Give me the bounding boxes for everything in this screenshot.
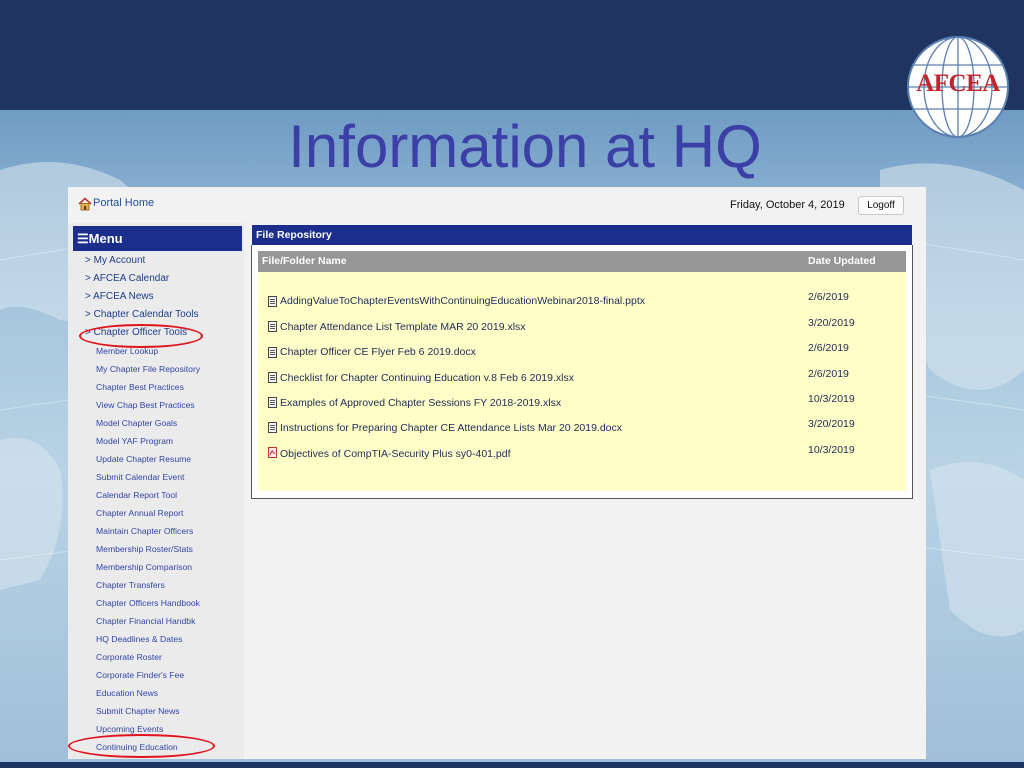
file-link[interactable]: Instructions for Preparing Chapter CE At…	[280, 422, 622, 434]
submenu-item-corporate-finders-fee[interactable]: Corporate Finder's Fee	[96, 670, 184, 680]
submenu-item-model-yaf-program[interactable]: Model YAF Program	[96, 436, 173, 446]
pdf-icon	[268, 447, 277, 458]
submenu-item-chapter-officers-handbook[interactable]: Chapter Officers Handbook	[96, 598, 200, 608]
document-icon	[268, 296, 277, 307]
submenu-item-corporate-roster[interactable]: Corporate Roster	[96, 652, 162, 662]
file-link[interactable]: AddingValueToChapterEventsWithContinuing…	[280, 295, 645, 307]
current-date: Friday, October 4, 2019	[730, 199, 845, 211]
submenu-item-hq-deadlines-dates[interactable]: HQ Deadlines & Dates	[96, 634, 182, 644]
document-icon	[268, 347, 277, 358]
submenu-item-membership-comparison[interactable]: Membership Comparison	[96, 562, 192, 572]
file-link[interactable]: Examples of Approved Chapter Sessions FY…	[280, 397, 561, 409]
file-link[interactable]: Chapter Officer CE Flyer Feb 6 2019.docx	[280, 346, 476, 358]
slide-header-band	[0, 0, 1024, 110]
file-date: 3/20/2019	[808, 418, 855, 430]
portal-home-link[interactable]: Portal Home	[93, 197, 154, 209]
highlight-oval-chapter-officer-tools	[79, 324, 203, 348]
slide-title: Information at HQ	[288, 113, 762, 180]
submenu-item-education-news[interactable]: Education News	[96, 688, 158, 698]
logo-wordmark: AFCEA	[916, 70, 1000, 97]
column-header-date-updated[interactable]: Date Updated	[808, 255, 876, 267]
submenu-item-view-chap-best-practices[interactable]: View Chap Best Practices	[96, 400, 195, 410]
submenu-item-membership-roster-stats[interactable]: Membership Roster/Stats	[96, 544, 193, 554]
home-icon[interactable]	[78, 197, 92, 211]
portal-screenshot: Portal Home Friday, October 4, 2019 Logo…	[68, 187, 926, 759]
main-content: File Repository File/Folder Name Date Up…	[244, 223, 926, 759]
file-date: 2/6/2019	[808, 368, 849, 380]
menu-item-afcea-calendar[interactable]: > AFCEA Calendar	[85, 273, 169, 284]
submenu-item-submit-chapter-news[interactable]: Submit Chapter News	[96, 706, 180, 716]
file-table: File/Folder Name Date Updated AddingValu…	[258, 251, 906, 491]
submenu-item-chapter-financial-handbk[interactable]: Chapter Financial Handbk	[96, 616, 195, 626]
column-header-file-name[interactable]: File/Folder Name	[262, 255, 347, 267]
table-header-row: File/Folder Name Date Updated	[258, 251, 906, 272]
submenu-item-update-chapter-resume[interactable]: Update Chapter Resume	[96, 454, 191, 464]
menu-header-label: Menu	[88, 231, 123, 246]
logoff-button[interactable]: Logoff	[858, 196, 904, 215]
submenu-item-model-chapter-goals[interactable]: Model Chapter Goals	[96, 418, 177, 428]
submenu-item-chapter-annual-report[interactable]: Chapter Annual Report	[96, 508, 183, 518]
submenu-item-my-chapter-file-repository[interactable]: My Chapter File Repository	[96, 364, 200, 374]
submenu-item-chapter-best-practices[interactable]: Chapter Best Practices	[96, 382, 184, 392]
slide-footer-strip	[0, 762, 1024, 768]
file-link[interactable]: Objectives of CompTIA-Security Plus sy0-…	[280, 448, 511, 460]
file-date: 3/20/2019	[808, 317, 855, 329]
file-link[interactable]: Chapter Attendance List Template MAR 20 …	[280, 321, 526, 333]
menu-header[interactable]: ☰Menu	[73, 226, 242, 251]
menu-item-afcea-news[interactable]: > AFCEA News	[85, 291, 154, 302]
submenu-item-maintain-chapter-officers[interactable]: Maintain Chapter Officers	[96, 526, 193, 536]
file-repository-panel: File/Folder Name Date Updated AddingValu…	[251, 245, 913, 499]
submenu-item-calendar-report-tool[interactable]: Calendar Report Tool	[96, 490, 177, 500]
menu-item-chapter-calendar-tools[interactable]: > Chapter Calendar Tools	[85, 309, 199, 320]
submenu-item-submit-calendar-event[interactable]: Submit Calendar Event	[96, 472, 184, 482]
file-date: 2/6/2019	[808, 291, 849, 303]
file-link[interactable]: Checklist for Chapter Continuing Educati…	[280, 372, 574, 384]
file-date: 2/6/2019	[808, 342, 849, 354]
submenu-item-upcoming-events[interactable]: Upcoming Events	[96, 724, 163, 734]
document-icon	[268, 397, 277, 408]
portal-top-bar: Portal Home Friday, October 4, 2019 Logo…	[68, 187, 926, 223]
file-date: 10/3/2019	[808, 393, 855, 405]
file-repository-header: File Repository	[252, 225, 912, 245]
menu-item-my-account[interactable]: > My Account	[85, 255, 145, 266]
submenu-item-chapter-transfers[interactable]: Chapter Transfers	[96, 580, 165, 590]
sidebar: ☰Menu > My Account > AFCEA Calendar > AF…	[68, 223, 244, 759]
highlight-oval-continuing-education	[68, 734, 215, 758]
hamburger-icon: ☰	[77, 231, 89, 246]
document-icon	[268, 422, 277, 433]
file-date: 10/3/2019	[808, 444, 855, 456]
document-icon	[268, 321, 277, 332]
document-icon	[268, 372, 277, 383]
